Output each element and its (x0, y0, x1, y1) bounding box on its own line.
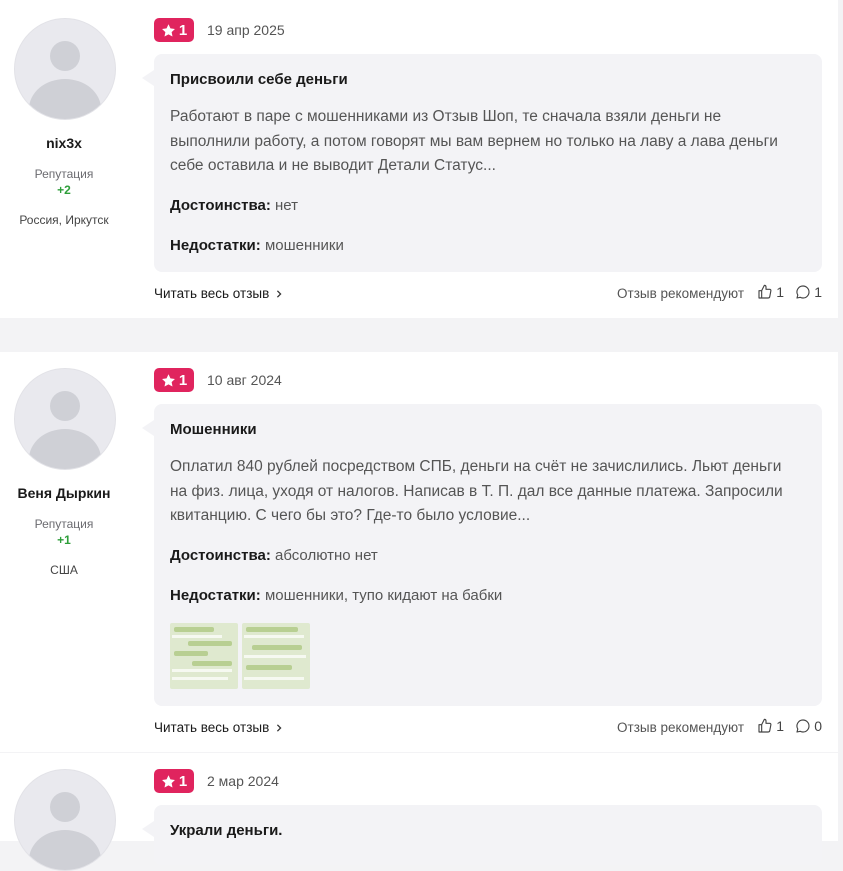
cons-label: Недостатки: (170, 587, 261, 604)
review-pros: Достоинства: абсолютно нет (170, 547, 378, 564)
username[interactable]: nix3x (0, 135, 128, 151)
review-cons: Недостатки: мошенники (170, 237, 344, 254)
review-title[interactable]: Присвоили себе деньги (170, 71, 348, 88)
chevron-right-icon (277, 289, 282, 298)
comment-icon (796, 285, 810, 299)
review-body: Присвоили себе деньги Работают в паре с … (142, 54, 822, 272)
chevron-right-icon (277, 723, 282, 732)
avatar[interactable] (14, 769, 116, 871)
attachment-thumbnails (170, 623, 310, 689)
attachment-image[interactable] (170, 623, 238, 689)
review-text: Работают в паре с мошенниками из Отзыв Ш… (170, 108, 778, 174)
read-more-label: Читать весь отзыв (154, 720, 270, 735)
pros-text: абсолютно нет (275, 547, 378, 564)
reputation-value: +1 (57, 533, 71, 547)
review-date: 19 апр 2025 (207, 22, 285, 38)
comment-count: 0 (814, 718, 822, 734)
review-date: 2 мар 2024 (207, 773, 279, 789)
like-button[interactable]: 1 (757, 718, 784, 734)
review-footer: Читать весь отзыв Отзыв рекомендуют 1 0 (154, 718, 822, 740)
recommend-label: Отзыв рекомендуют (617, 720, 744, 735)
review-text: Оплатил 840 рублей посредством СПБ, день… (170, 458, 783, 524)
like-count: 1 (776, 718, 784, 734)
review-footer: Читать весь отзыв Отзыв рекомендуют 1 1 (154, 284, 822, 306)
rating-value: 1 (178, 371, 188, 389)
pros-text: нет (275, 197, 298, 214)
star-icon (161, 774, 175, 787)
cons-label: Недостатки: (170, 237, 261, 254)
attachment-image[interactable] (242, 623, 310, 689)
review-body: Мошенники Оплатил 840 рублей посредством… (142, 404, 822, 706)
pros-label: Достоинства: (170, 547, 271, 564)
avatar[interactable] (14, 18, 116, 120)
rating-badge: 1 (154, 18, 194, 42)
thumbs-up-icon (758, 284, 772, 299)
comment-count: 1 (814, 284, 822, 300)
rating-badge: 1 (154, 368, 194, 392)
reputation-label: Репутация (34, 167, 94, 181)
review-body: Украли деньги. (142, 805, 822, 865)
review-title[interactable]: Украли деньги. (170, 822, 282, 839)
user-location: Россия, Иркутск (19, 213, 109, 227)
review-card: Веня Дыркин Репутация +1 США 1 10 авг 20… (0, 352, 838, 752)
user-location: США (50, 563, 78, 577)
rating-value: 1 (178, 21, 188, 39)
cons-text: мошенники, тупо кидают на бабки (264, 587, 503, 604)
comments-button[interactable]: 1 (795, 284, 822, 300)
review-cons: Недостатки: мошенники, тупо кидают на ба… (170, 587, 502, 604)
reputation-label: Репутация (34, 517, 94, 531)
reputation-value: +2 (57, 183, 71, 197)
star-icon (161, 373, 175, 386)
review-date: 10 авг 2024 (207, 372, 282, 388)
avatar[interactable] (14, 368, 116, 470)
pros-label: Достоинства: (170, 197, 271, 214)
username[interactable]: Веня Дыркин (0, 485, 128, 501)
review-title[interactable]: Мошенники (170, 421, 257, 438)
like-count: 1 (776, 284, 784, 300)
review-pros: Достоинства: нет (170, 197, 298, 214)
rating-value: 1 (178, 772, 188, 790)
comments-button[interactable]: 0 (795, 718, 822, 734)
like-button[interactable]: 1 (757, 284, 784, 300)
rating-badge: 1 (154, 769, 194, 793)
cons-text: мошенники (264, 237, 344, 254)
recommend-label: Отзыв рекомендуют (617, 286, 744, 301)
review-card: 1 2 мар 2024 Украли деньги. (0, 753, 838, 871)
read-more-link[interactable]: Читать весь отзыв (154, 286, 283, 301)
read-more-link[interactable]: Читать весь отзыв (154, 720, 283, 735)
review-card: nix3x Репутация +2 Россия, Иркутск 1 19 … (0, 0, 838, 318)
thumbs-up-icon (758, 718, 772, 733)
comment-icon (796, 719, 810, 733)
read-more-label: Читать весь отзыв (154, 286, 270, 301)
star-icon (161, 23, 175, 36)
